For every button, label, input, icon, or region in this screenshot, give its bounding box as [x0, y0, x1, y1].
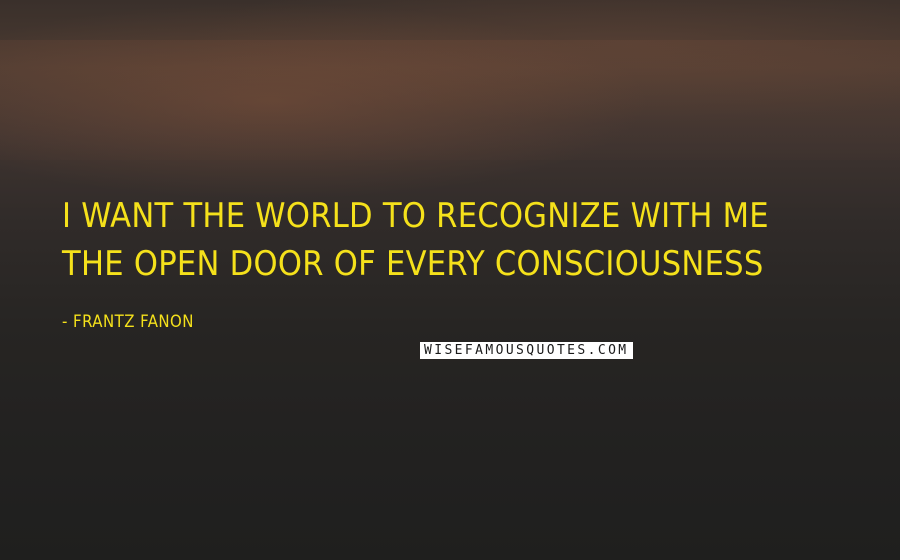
site-watermark: WISEFAMOUSQUOTES.COM [420, 342, 633, 359]
quote-line-1: I WANT THE WORLD TO RECOGNIZE WITH ME [62, 196, 769, 236]
quote-text: I WANT THE WORLD TO RECOGNIZE WITH ME TH… [62, 192, 782, 288]
quote-author: - FRANTZ FANON [62, 312, 194, 332]
sky-haze [0, 40, 900, 160]
quote-line-2: THE OPEN DOOR OF EVERY CONSCIOUSNESS [62, 244, 764, 284]
